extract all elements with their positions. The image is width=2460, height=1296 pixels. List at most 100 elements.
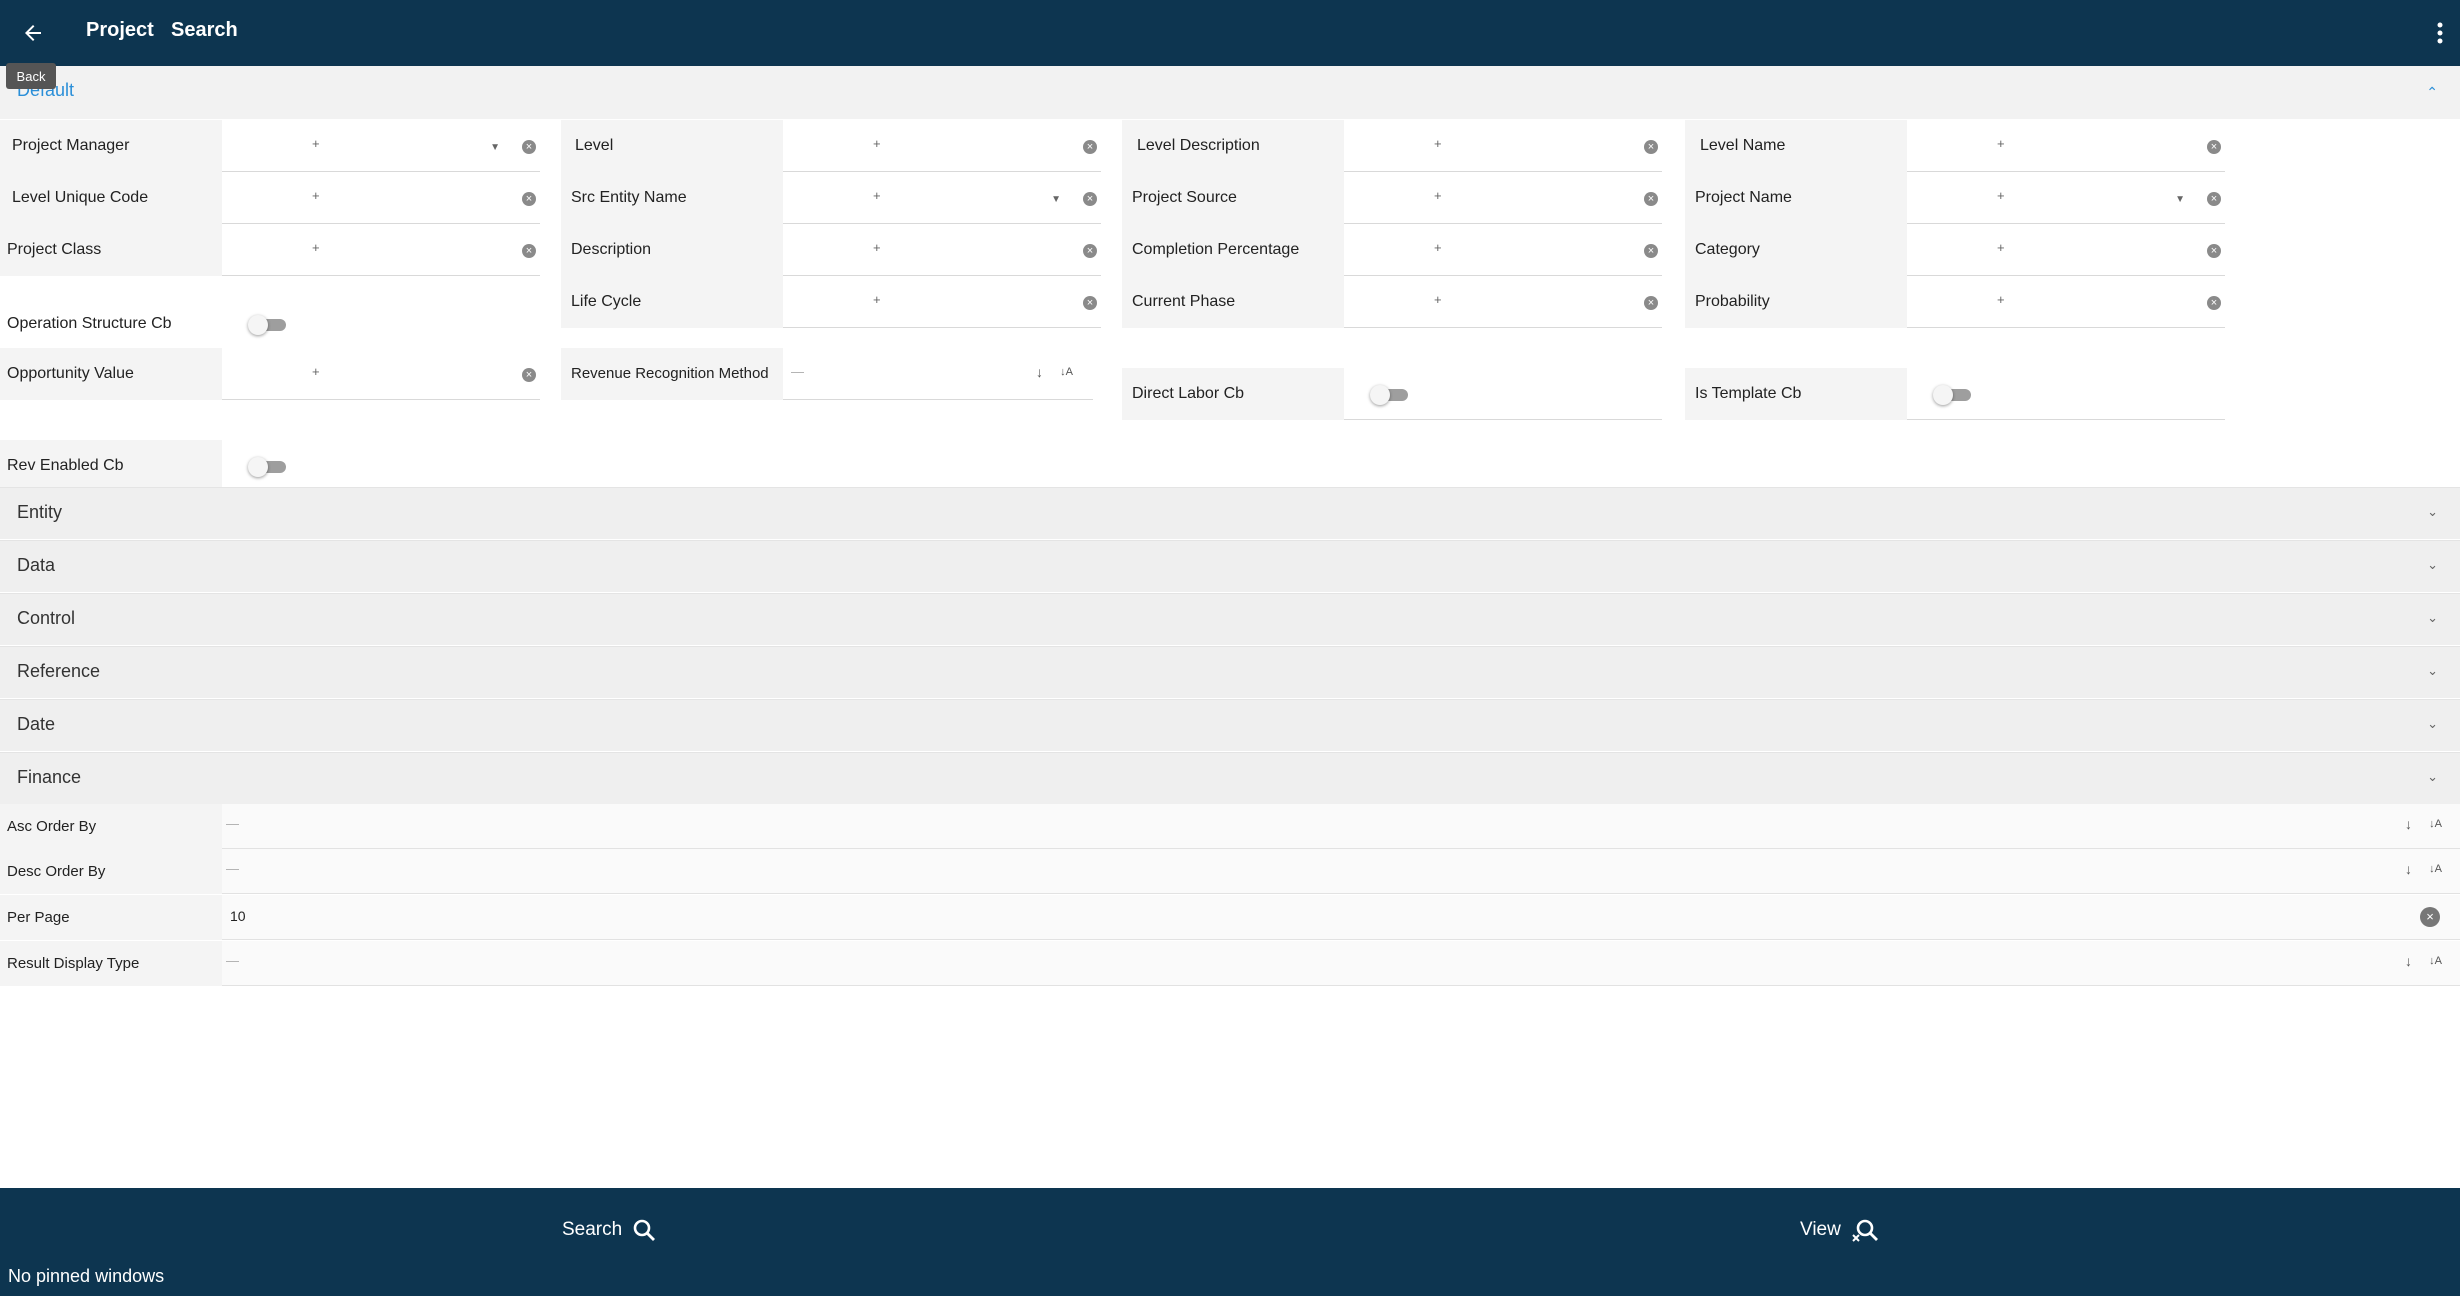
level-name-input[interactable]: + × xyxy=(1907,120,2225,172)
dropdown-arrow-icon[interactable]: ▼ xyxy=(490,142,500,153)
clear-icon[interactable]: × xyxy=(1644,296,1658,310)
clear-icon[interactable]: × xyxy=(1083,296,1097,310)
field-direct-labor-cb: Direct Labor Cb xyxy=(1122,368,1662,420)
project-class-input[interactable]: + × xyxy=(222,224,540,276)
category-input[interactable]: + × xyxy=(1907,224,2225,276)
section-reference[interactable]: Reference ⌄ xyxy=(0,646,2460,698)
section-data[interactable]: Data ⌄ xyxy=(0,540,2460,592)
clear-icon[interactable]: × xyxy=(2207,140,2221,154)
back-button[interactable] xyxy=(14,14,52,52)
field-level-description: Level Description + × xyxy=(1122,120,1662,172)
section-default-header[interactable]: Default ⌃ xyxy=(0,66,2460,119)
level-unique-code-input[interactable]: + × xyxy=(222,172,540,224)
field-label: Life Cycle xyxy=(561,276,783,328)
chevron-down-icon: ⌄ xyxy=(2427,716,2438,731)
field-label: Current Phase xyxy=(1122,276,1344,328)
sort-down-icon[interactable]: ↓ xyxy=(1036,364,1043,380)
chevron-down-icon: ⌄ xyxy=(2427,504,2438,519)
sort-az-icon[interactable]: ↓A xyxy=(2429,818,2442,830)
section-label: Data xyxy=(17,555,56,575)
operation-structure-toggle[interactable] xyxy=(248,315,288,335)
project-source-input[interactable]: + × xyxy=(1344,172,1662,224)
section-control[interactable]: Control ⌄ xyxy=(0,593,2460,645)
rev-enabled-toggle-wrap xyxy=(222,440,540,492)
section-entity[interactable]: Entity ⌄ xyxy=(0,487,2460,539)
clear-icon[interactable]: × xyxy=(2207,192,2221,206)
field-project-class: Project Class + × xyxy=(0,224,540,276)
more-menu-button[interactable] xyxy=(2432,16,2448,50)
per-page-row: Per Page 10 × xyxy=(0,895,2460,940)
direct-labor-toggle[interactable] xyxy=(1370,385,1410,405)
search-button-label: Search xyxy=(562,1219,623,1240)
view-button[interactable]: View xyxy=(1800,1212,1879,1248)
sort-down-icon[interactable]: ↓ xyxy=(2405,816,2412,832)
project-manager-input[interactable]: + ▼ × xyxy=(222,120,540,172)
field-label: Is Template Cb xyxy=(1685,368,1907,420)
field-label: Category xyxy=(1685,224,1907,276)
clear-icon[interactable]: × xyxy=(2207,296,2221,310)
section-finance[interactable]: Finance ⌄ xyxy=(0,752,2460,804)
search-button[interactable]: Search xyxy=(562,1212,656,1248)
clear-icon[interactable]: × xyxy=(522,368,536,382)
clear-icon[interactable]: × xyxy=(2420,907,2440,927)
level-description-input[interactable]: + × xyxy=(1344,120,1662,172)
arrow-left-icon xyxy=(25,25,41,41)
project-name-input[interactable]: + ▼ × xyxy=(1907,172,2225,224)
field-probability: Probability + × xyxy=(1685,276,2225,328)
section-date[interactable]: Date ⌄ xyxy=(0,699,2460,751)
clear-icon[interactable]: × xyxy=(2207,244,2221,258)
clear-icon[interactable]: × xyxy=(1083,192,1097,206)
is-template-toggle[interactable] xyxy=(1933,385,1973,405)
revenue-recognition-method-select[interactable]: — ↓ ↓A xyxy=(783,348,1093,400)
sort-az-icon[interactable]: ↓A xyxy=(1060,366,1073,378)
section-label: Reference xyxy=(17,661,101,681)
life-cycle-input[interactable]: + × xyxy=(783,276,1101,328)
chevron-down-icon: ⌄ xyxy=(2427,557,2438,572)
field-life-cycle: Life Cycle + × xyxy=(561,276,1101,328)
back-tooltip: Back xyxy=(6,63,56,89)
clear-icon[interactable]: × xyxy=(522,244,536,258)
asc-order-by-select[interactable]: — xyxy=(226,816,239,831)
field-label: Level xyxy=(561,120,783,172)
result-display-type-select[interactable]: — xyxy=(226,953,239,968)
clear-icon[interactable]: × xyxy=(522,140,536,154)
dropdown-arrow-icon[interactable]: ▼ xyxy=(1051,194,1061,205)
dropdown-arrow-icon[interactable]: ▼ xyxy=(2175,194,2185,205)
clear-icon[interactable]: × xyxy=(522,192,536,206)
field-label: Level Description xyxy=(1122,120,1344,172)
completion-percentage-input[interactable]: + × xyxy=(1344,224,1662,276)
field-src-entity-name: Src Entity Name + ▼ × xyxy=(561,172,1101,224)
view-search-icon xyxy=(1852,1219,1878,1242)
rev-enabled-toggle[interactable] xyxy=(248,457,288,477)
result-display-type-row: Result Display Type — ↓ ↓A xyxy=(0,941,2460,986)
sort-az-icon[interactable]: ↓A xyxy=(2429,955,2442,967)
field-category: Category + × xyxy=(1685,224,2225,276)
field-level-unique-code: Level Unique Code + × xyxy=(0,172,540,224)
clear-icon[interactable]: × xyxy=(1083,244,1097,258)
clear-icon[interactable]: × xyxy=(1644,140,1658,154)
sort-down-icon[interactable]: ↓ xyxy=(2405,861,2412,877)
chevron-down-icon: ⌄ xyxy=(2427,663,2438,678)
level-input[interactable]: + × xyxy=(783,120,1101,172)
sort-az-icon[interactable]: ↓A xyxy=(2429,863,2442,875)
is-template-toggle-wrap xyxy=(1907,368,2225,420)
field-label: Direct Labor Cb xyxy=(1122,368,1344,420)
clear-icon[interactable]: × xyxy=(1083,140,1097,154)
opportunity-value-input[interactable]: + × xyxy=(222,348,540,400)
field-label: Result Display Type xyxy=(0,941,222,986)
desc-order-by-select[interactable]: — xyxy=(226,861,239,876)
src-entity-name-input[interactable]: + ▼ × xyxy=(783,172,1101,224)
description-input[interactable]: + × xyxy=(783,224,1101,276)
sort-down-icon[interactable]: ↓ xyxy=(2405,953,2412,969)
per-page-input[interactable]: 10 xyxy=(230,908,246,924)
field-label: Level Name xyxy=(1685,120,1907,172)
clear-icon[interactable]: × xyxy=(1644,244,1658,258)
field-label: Per Page xyxy=(0,895,222,940)
probability-input[interactable]: + × xyxy=(1907,276,2225,328)
field-current-phase: Current Phase + × xyxy=(1122,276,1662,328)
field-label: Description xyxy=(561,224,783,276)
current-phase-input[interactable]: + × xyxy=(1344,276,1662,328)
clear-icon[interactable]: × xyxy=(1644,192,1658,206)
field-revenue-recognition-method: Revenue Recognition Method — ↓ ↓A xyxy=(561,348,1101,400)
chevron-up-icon: ⌃ xyxy=(2426,84,2438,100)
